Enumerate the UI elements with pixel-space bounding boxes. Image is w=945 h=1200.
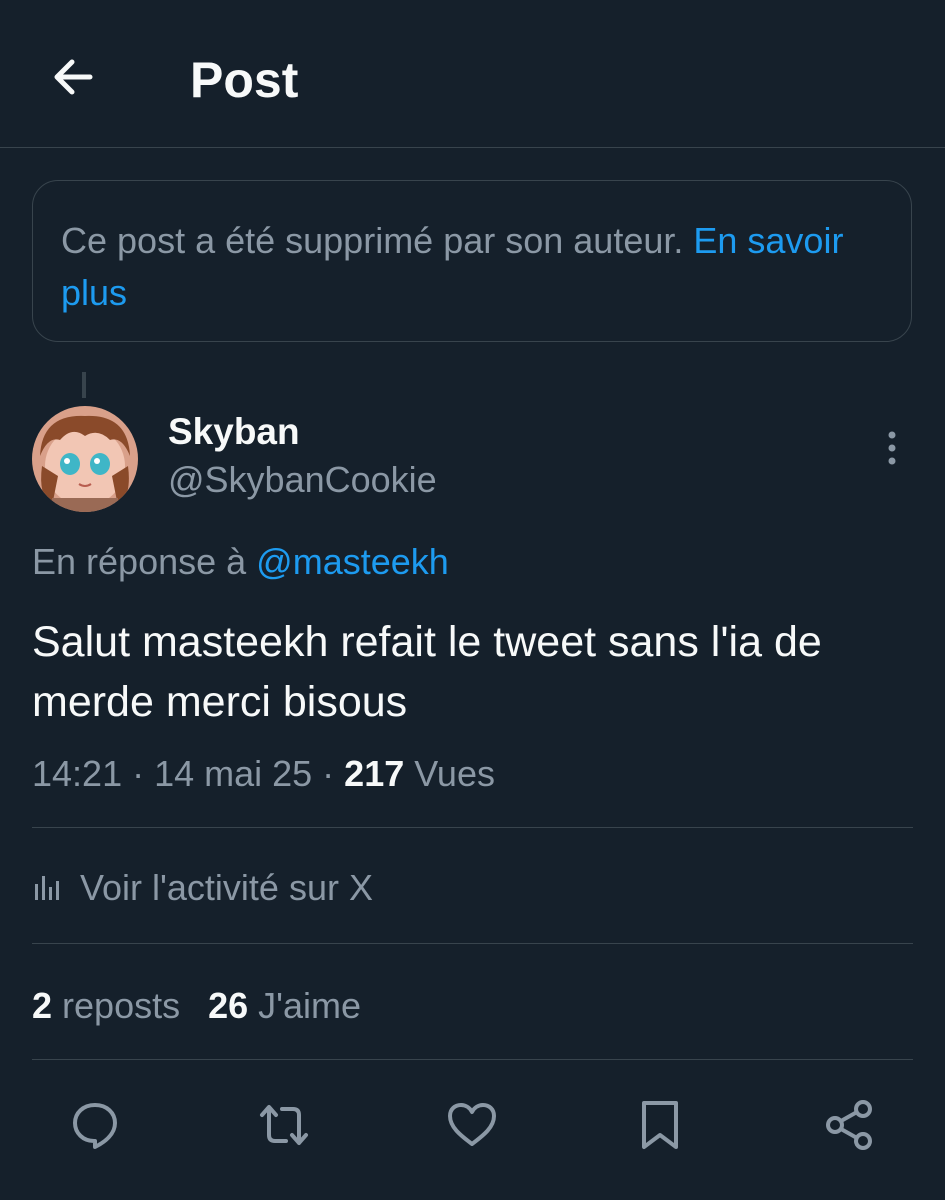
likes-count: 26 [208,985,249,1026]
arrow-left-icon[interactable] [48,52,98,102]
reply-context: En réponse à @masteekh [32,538,449,586]
page-title: Post [190,52,299,108]
divider [32,827,913,828]
reply-to-link[interactable]: @masteekh [256,541,449,582]
bookmark-icon[interactable] [632,1097,688,1153]
post-text: Salut masteekh refait le tweet sans l'ia… [32,618,822,726]
deleted-post-notice: Ce post a été supprimé par son auteur. E… [32,180,912,342]
reply-prefix: En réponse à [32,541,257,582]
activity-label: Voir l'activité sur X [80,867,373,908]
views-label: Vues [404,753,495,794]
like-icon[interactable] [444,1097,500,1153]
more-options-icon[interactable] [872,428,912,468]
author-handle[interactable]: @SkybanCookie [168,458,437,502]
author-name[interactable]: Skyban [168,410,300,454]
likes-stat[interactable]: 26 J'aime [208,985,361,1026]
view-activity-button[interactable]: Voir l'activité sur X [32,860,373,916]
views-count: 217 [344,753,405,794]
avatar[interactable] [32,406,138,512]
likes-label: J'aime [248,985,362,1026]
share-icon[interactable] [821,1097,877,1153]
notice-text: Ce post a été supprimé par son auteur. [61,220,694,261]
divider [32,943,913,944]
thread-connector [82,372,86,398]
post-time[interactable]: 14:21 · 14 mai 25 · [32,753,344,794]
reposts-count: 2 [32,985,53,1026]
action-bar [0,1092,945,1162]
engagement-stats: 2 reposts 26 J'aime [32,980,361,1032]
repost-icon[interactable] [256,1097,312,1153]
divider [32,1059,913,1060]
reply-icon[interactable] [67,1097,123,1153]
analytics-icon [35,876,59,900]
reposts-stat[interactable]: 2 reposts [32,985,180,1026]
reposts-label: reposts [52,985,181,1026]
post-meta: 14:21 · 14 mai 25 · 217 Vues [32,750,495,798]
top-bar: Post [0,0,945,148]
